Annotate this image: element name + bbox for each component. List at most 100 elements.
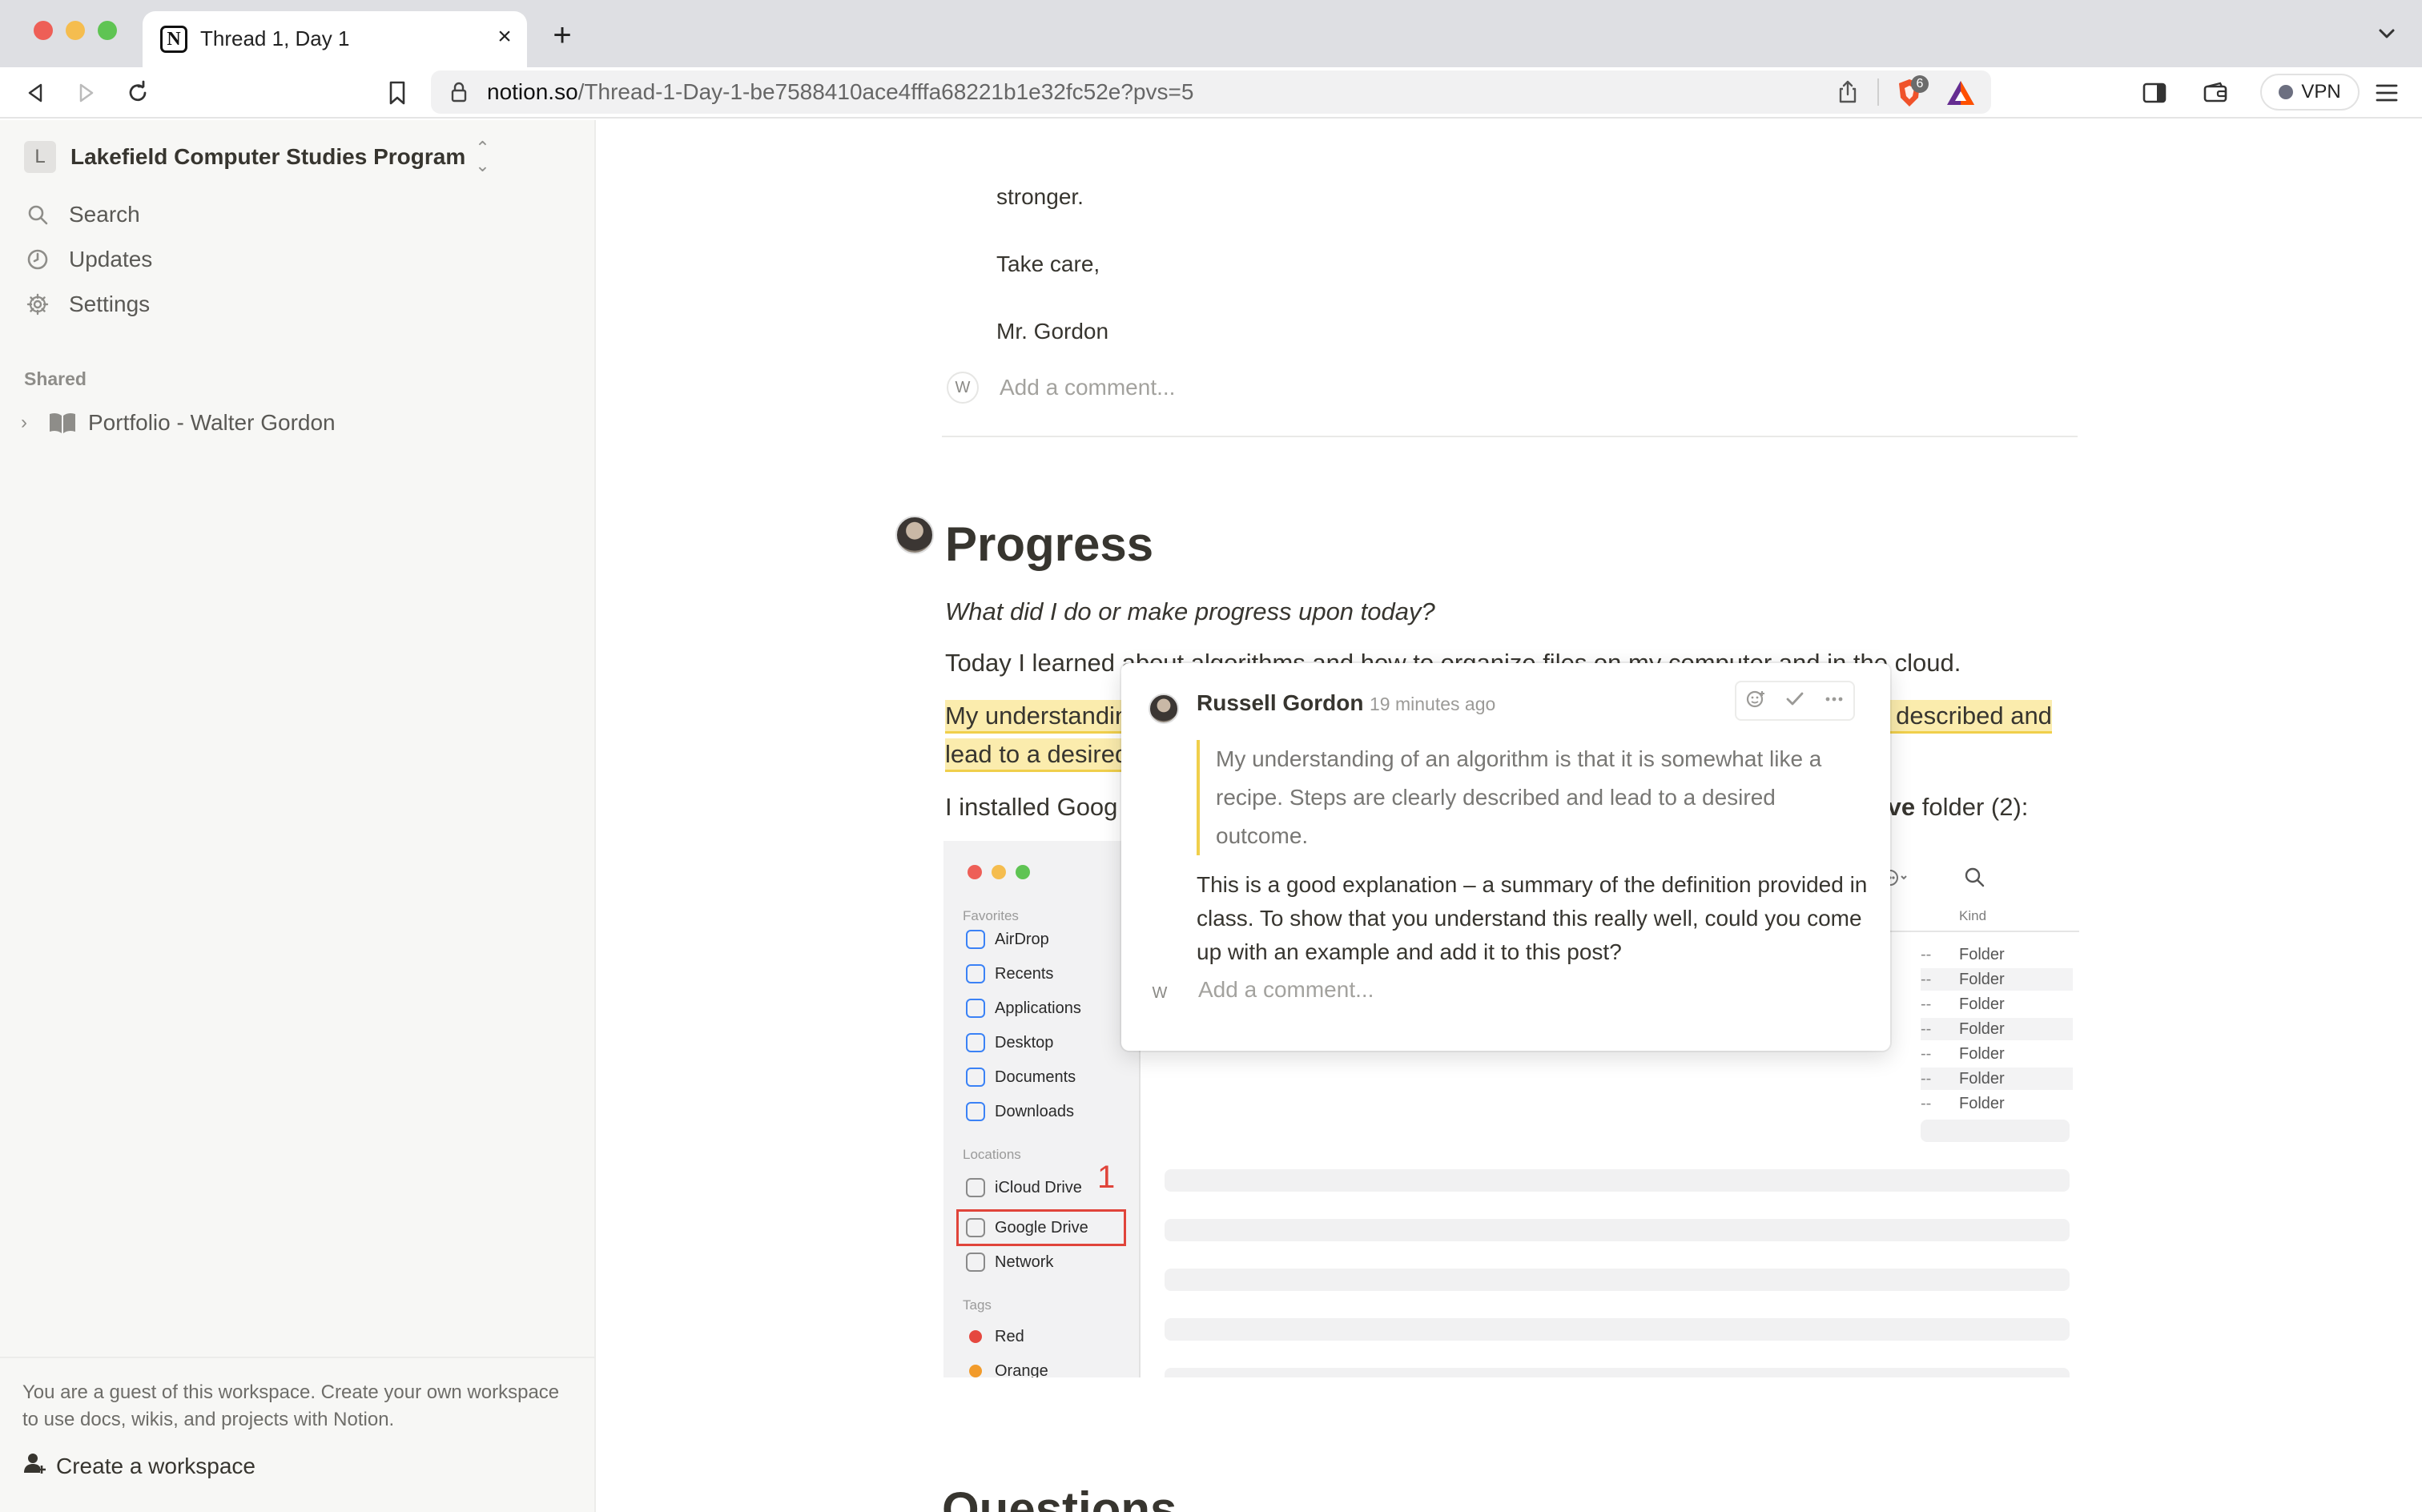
sidebar-item-search[interactable]: Search — [24, 195, 140, 234]
finder-item-recents: Recents — [966, 962, 1053, 986]
paragraph-end: ive folder (2): — [1881, 791, 2028, 823]
reload-button[interactable] — [120, 75, 155, 111]
applications-icon — [966, 999, 985, 1018]
comment-author: Russell Gordon — [1197, 690, 1364, 715]
finder-row-kind: Folder — [1959, 970, 2005, 988]
finder-sidebar: Favorites AirDrop Recents Applications D… — [943, 841, 1141, 1377]
reply-comment-input[interactable]: Add a comment... — [1198, 977, 1374, 1003]
finder-row-size: -- — [1921, 1094, 1932, 1112]
shields-count-badge: 6 — [1911, 75, 1929, 93]
cloud-icon — [966, 1178, 985, 1197]
finder-minimize-dot — [992, 865, 1006, 879]
create-workspace-label: Create a workspace — [56, 1453, 256, 1478]
tab-close-icon[interactable]: × — [490, 22, 519, 51]
more-options-icon[interactable] — [1822, 687, 1846, 715]
browser-tab-active[interactable]: N Thread 1, Day 1 × — [143, 11, 527, 67]
desktop-icon — [966, 1033, 985, 1052]
sidebar-toggle-icon[interactable] — [2137, 75, 2172, 111]
url-path: /Thread-1-Day-1-be7588410ace4fffa68221b1… — [577, 79, 1194, 104]
finder-row-kind: Folder — [1959, 1069, 2005, 1088]
menu-icon[interactable] — [2369, 75, 2404, 111]
comment-timestamp[interactable]: 19 minutes ago — [1370, 694, 1495, 715]
sidebar-item-label: Settings — [69, 292, 151, 316]
finder-row: -- Folder — [1921, 943, 2073, 966]
finder-row-size: -- — [1921, 1044, 1932, 1063]
finder-tag-orange: Orange — [966, 1359, 1048, 1377]
finder-item-label: Recents — [995, 964, 1054, 983]
workspace-switcher[interactable]: L Lakefield Computer Studies Program ⌃ ⌄ — [24, 139, 490, 175]
vpn-button[interactable]: VPN — [2260, 74, 2360, 111]
vpn-label: VPN — [2301, 81, 2341, 103]
finder-row: -- Folder — [1921, 968, 2073, 991]
search-icon — [24, 201, 51, 228]
finder-row-kind: Folder — [1959, 995, 2005, 1013]
tab-title: Thread 1, Day 1 — [200, 26, 350, 50]
finder-item-airdrop: AirDrop — [966, 927, 1049, 951]
tab-list-chevron-icon[interactable] — [2371, 18, 2403, 50]
resolve-check-icon[interactable] — [1783, 687, 1807, 715]
paragraph-start: I installed Goog — [945, 793, 1118, 821]
new-tab-button[interactable]: + — [545, 18, 580, 53]
chevron-up-down-icon: ⌃ ⌄ — [475, 138, 490, 175]
finder-item-network: Network — [966, 1250, 1053, 1274]
guest-notice-text: You are a guest of this workspace. Creat… — [22, 1381, 560, 1430]
finder-item-documents: Documents — [966, 1065, 1076, 1089]
avatar: W — [947, 372, 979, 404]
url-host: notion.so — [487, 79, 578, 104]
url-text[interactable]: notion.so/Thread-1-Day-1-be7588410ace4ff… — [487, 78, 1193, 107]
window-close-button[interactable] — [34, 21, 53, 40]
finder-item-label: Red — [995, 1327, 1024, 1345]
add-comment-input[interactable]: Add a comment... — [1000, 375, 1175, 400]
sidebar-item-label: Search — [69, 202, 140, 227]
comment-popover: Russell Gordon 19 minutes ago My underst… — [1121, 663, 1890, 1051]
clock-icon — [24, 246, 51, 273]
document-icon — [966, 1068, 985, 1087]
sidebar-item-updates[interactable]: Updates — [24, 240, 152, 279]
lock-icon — [447, 80, 471, 104]
author-avatar[interactable] — [895, 516, 934, 554]
bookmark-button[interactable] — [380, 75, 415, 111]
create-workspace-button[interactable]: Create a workspace — [22, 1451, 572, 1481]
airdrop-icon — [966, 930, 985, 949]
finder-item-downloads: Downloads — [966, 1100, 1074, 1124]
google-drive-icon — [966, 1218, 985, 1237]
forward-button[interactable] — [69, 75, 104, 111]
window-maximize-button[interactable] — [98, 21, 117, 40]
address-bar[interactable]: notion.so/Thread-1-Day-1-be7588410ace4ff… — [431, 70, 1991, 114]
finder-row: -- Folder — [1921, 1043, 2073, 1065]
finder-close-dot — [968, 865, 982, 879]
letter-signature: Mr. Gordon — [996, 319, 1109, 344]
finder-tags-label: Tags — [963, 1297, 992, 1313]
paragraph: I installed Goog — [945, 791, 1117, 823]
paragraph-tail: folder (2): — [1915, 793, 2029, 821]
page-heading-questions: Questions — [942, 1482, 1177, 1512]
step-number-annotation: 1 — [1097, 1160, 1116, 1195]
sidebar-item-settings[interactable]: Settings — [24, 285, 150, 324]
brave-rewards-icon[interactable] — [1945, 78, 1977, 107]
finder-item-label: Downloads — [995, 1102, 1074, 1120]
add-person-icon — [22, 1451, 46, 1481]
download-icon — [966, 1102, 985, 1121]
back-button[interactable] — [18, 75, 53, 111]
chevron-right-icon[interactable]: › — [21, 412, 40, 434]
shared-section-label: Shared — [24, 368, 86, 389]
globe-icon — [966, 1253, 985, 1272]
letter-line: Take care, — [996, 251, 1100, 276]
finder-empty-row — [1165, 1219, 2070, 1241]
finder-row-size: -- — [1921, 1019, 1932, 1038]
finder-empty-row — [1165, 1318, 2070, 1341]
finder-row-kind: Folder — [1959, 1019, 2005, 1038]
add-reaction-icon[interactable] — [1744, 687, 1768, 715]
book-icon — [48, 411, 77, 435]
finder-item-label: iCloud Drive — [995, 1178, 1082, 1196]
window-minimize-button[interactable] — [66, 21, 85, 40]
wallet-icon[interactable] — [2198, 75, 2233, 111]
guest-notice: You are a guest of this workspace. Creat… — [0, 1357, 594, 1481]
notion-sidebar: L Lakefield Computer Studies Program ⌃ ⌄ … — [0, 120, 596, 1512]
share-icon[interactable] — [1834, 78, 1861, 106]
finder-item-label: Network — [995, 1253, 1054, 1271]
sidebar-item-portfolio[interactable]: › Portfolio - Walter Gordon — [21, 405, 336, 440]
finder-item-applications: Applications — [966, 996, 1081, 1020]
browser-toolbar: notion.so/Thread-1-Day-1-be7588410ace4ff… — [0, 67, 2422, 119]
sidebar-item-label: Portfolio - Walter Gordon — [88, 410, 336, 435]
